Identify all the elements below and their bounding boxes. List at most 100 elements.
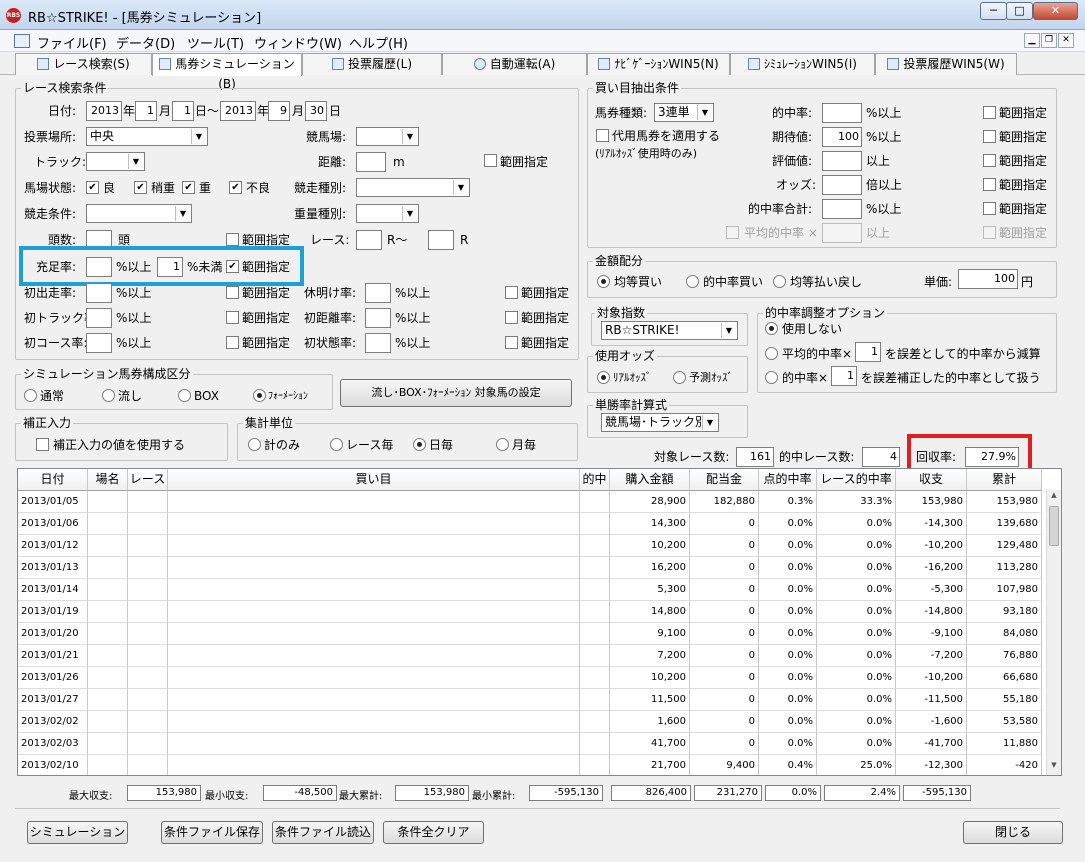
table-cell[interactable]: 107,980 [967, 579, 1042, 601]
predict-odds-radio[interactable] [673, 371, 686, 384]
subtract-factor-input[interactable]: 1 [855, 342, 881, 362]
table-cell[interactable] [168, 491, 580, 513]
table-cell[interactable]: 16,200 [610, 557, 690, 579]
table-cell[interactable] [168, 557, 580, 579]
menu-data[interactable]: データ(D) [116, 33, 175, 52]
table-cell[interactable]: 76,880 [967, 645, 1042, 667]
table-cell[interactable]: 2013/01/06 [18, 513, 88, 535]
baba-yayaomo-checkbox[interactable]: ✔ [134, 181, 147, 194]
taisho-select[interactable]: RB☆STRIKE! ▼ [601, 321, 738, 340]
baba-ryo-checkbox[interactable]: ✔ [86, 181, 99, 194]
table-cell[interactable]: 66,680 [967, 667, 1042, 689]
document-icon[interactable] [14, 34, 30, 48]
table-cell[interactable]: 9,400 [690, 755, 759, 775]
table-cell[interactable]: 33.3% [817, 491, 896, 513]
table-cell[interactable] [168, 535, 580, 557]
table-cell[interactable] [168, 645, 580, 667]
kaime-range-checkbox[interactable] [983, 106, 996, 119]
kaime-input[interactable]: 100 [822, 127, 862, 147]
table-cell[interactable] [128, 645, 168, 667]
table-cell[interactable] [580, 623, 610, 645]
column-header[interactable]: 購入金額 [610, 469, 690, 491]
table-cell[interactable]: 2013/01/19 [18, 601, 88, 623]
table-cell[interactable] [88, 623, 128, 645]
scroll-up-icon[interactable]: ▲ [1048, 491, 1060, 503]
table-cell[interactable] [88, 733, 128, 755]
table-cell[interactable] [128, 623, 168, 645]
table-cell[interactable] [88, 755, 128, 775]
table-cell[interactable] [128, 733, 168, 755]
table-cell[interactable]: 0.0% [759, 557, 817, 579]
kyuu-input[interactable] [365, 283, 391, 303]
table-cell[interactable]: -41,700 [896, 733, 967, 755]
table-cell[interactable]: 14,300 [610, 513, 690, 535]
table-cell[interactable]: 153,980 [896, 491, 967, 513]
juteki-range-checkbox[interactable]: ✔ [226, 260, 239, 273]
table-cell[interactable]: 0.0% [759, 645, 817, 667]
per-month-radio[interactable] [496, 438, 509, 451]
tab-vote-history[interactable]: 投票履歴(L) [302, 53, 442, 75]
table-cell[interactable]: -11,500 [896, 689, 967, 711]
close-button[interactable]: 閉じる [963, 821, 1063, 844]
table-cell[interactable]: 2013/01/26 [18, 667, 88, 689]
table-cell[interactable]: 41,700 [610, 733, 690, 755]
day-to-input[interactable]: 30 [305, 101, 327, 121]
table-cell[interactable] [580, 535, 610, 557]
save-condition-button[interactable]: 条件ファイル保存 [161, 821, 263, 844]
column-header[interactable]: 収支 [896, 469, 967, 491]
table-cell[interactable]: -10,200 [896, 667, 967, 689]
total-only-radio[interactable] [248, 438, 261, 451]
table-cell[interactable]: 0 [690, 579, 759, 601]
table-cell[interactable] [168, 623, 580, 645]
table-cell[interactable] [128, 513, 168, 535]
per-race-radio[interactable] [330, 438, 343, 451]
table-cell[interactable]: 0 [690, 645, 759, 667]
table-cell[interactable] [168, 733, 580, 755]
table-cell[interactable]: 139,680 [967, 513, 1042, 535]
table-cell[interactable] [580, 513, 610, 535]
hosei-checkbox[interactable] [36, 438, 49, 451]
table-cell[interactable]: 0.0% [759, 623, 817, 645]
track-select[interactable]: ▼ [86, 152, 145, 171]
tab-race-search[interactable]: レース検索(S) [15, 53, 152, 75]
table-cell[interactable]: 93,180 [967, 601, 1042, 623]
table-cell[interactable] [580, 689, 610, 711]
table-cell[interactable] [128, 667, 168, 689]
table-cell[interactable] [580, 491, 610, 513]
table-cell[interactable]: -10,200 [896, 535, 967, 557]
year-to-input[interactable]: 2013 [220, 101, 256, 121]
table-cell[interactable]: 2013/01/12 [18, 535, 88, 557]
distance-range-checkbox[interactable] [484, 154, 497, 167]
table-cell[interactable]: -14,800 [896, 601, 967, 623]
kaime-range-checkbox[interactable] [983, 154, 996, 167]
simulation-button[interactable]: シミュレーション [27, 821, 128, 844]
table-cell[interactable]: 2013/01/20 [18, 623, 88, 645]
column-header[interactable]: レース [128, 469, 168, 491]
table-cell[interactable]: -9,100 [896, 623, 967, 645]
table-scrollbar[interactable]: ▲ ▼ [1046, 490, 1061, 775]
debut-input[interactable] [86, 283, 112, 303]
table-cell[interactable]: -1,600 [896, 711, 967, 733]
nagashi-radio[interactable] [102, 389, 115, 402]
normal-radio[interactable] [24, 389, 37, 402]
table-cell[interactable]: -14,300 [896, 513, 967, 535]
column-header[interactable]: レース的中率 [817, 469, 896, 491]
tab-vote-history-win5[interactable]: 投票履歴WIN5(W) [875, 53, 1017, 75]
column-header[interactable]: 点的中率 [759, 469, 817, 491]
table-cell[interactable]: 25.0% [817, 755, 896, 775]
table-cell[interactable]: 0.0% [817, 711, 896, 733]
table-cell[interactable]: 113,280 [967, 557, 1042, 579]
table-cell[interactable]: 0.0% [817, 513, 896, 535]
table-cell[interactable]: 0.0% [759, 711, 817, 733]
table-cell[interactable] [88, 689, 128, 711]
avg-hit-input[interactable] [822, 223, 862, 243]
per-day-radio[interactable] [413, 438, 426, 451]
table-cell[interactable] [128, 579, 168, 601]
tekichu-kai-radio[interactable] [686, 275, 699, 288]
mdi-close-icon[interactable]: ✕ [1058, 33, 1074, 48]
tab-navigation-win5[interactable]: ﾅﾋﾞｹﾞｰｼｮﾝWIN5(N) [587, 53, 730, 75]
table-cell[interactable]: 0 [690, 711, 759, 733]
formation-radio[interactable] [253, 389, 266, 402]
table-cell[interactable]: 2013/01/27 [18, 689, 88, 711]
venue-select[interactable]: 中央 ▼ [86, 127, 208, 146]
